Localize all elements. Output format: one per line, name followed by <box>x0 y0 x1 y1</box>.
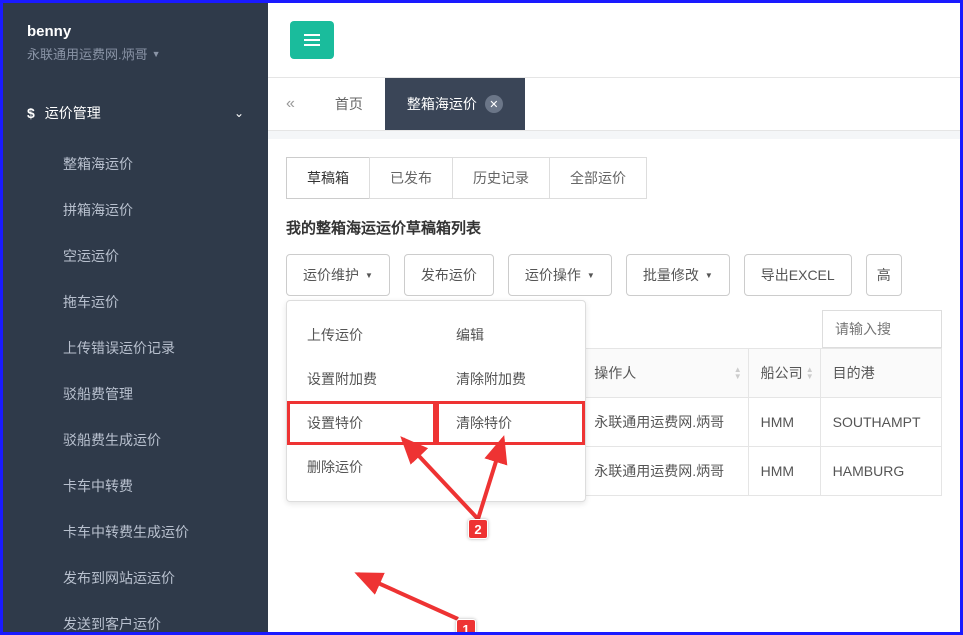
nav-item-barge-gen[interactable]: 驳船费生成运价 <box>3 417 268 463</box>
sub-tab-history[interactable]: 历史记录 <box>452 157 550 199</box>
dd-set-special[interactable]: 设置特价 <box>287 401 436 445</box>
dd-set-surcharge[interactable]: 设置附加费 <box>287 357 436 401</box>
sidebar-header: benny 永联通用运费网.炳哥 ▼ <box>3 3 268 85</box>
content: 草稿箱 已发布 历史记录 全部运价 我的整箱海运运价草稿箱列表 运价维护 ▼ 发… <box>268 139 960 632</box>
nav-section-label: 运价管理 <box>45 103 101 123</box>
nav-item-publish-web[interactable]: 发布到网站运运价 <box>3 555 268 601</box>
th-dest[interactable]: 目的港 <box>820 349 941 398</box>
nav-item-upload-error[interactable]: 上传错误运价记录 <box>3 325 268 371</box>
search-input[interactable] <box>822 310 942 348</box>
toolbar: 运价维护 ▼ 发布运价 运价操作 ▼ 批量修改 ▼ 导出EXCEL <box>286 254 942 296</box>
cell-carrier: HMM <box>748 398 820 447</box>
caret-down-icon: ▼ <box>705 271 713 280</box>
tab-home[interactable]: 首页 <box>313 78 385 130</box>
caret-down-icon: ▼ <box>365 271 373 280</box>
dd-clear-surcharge[interactable]: 清除附加费 <box>436 357 585 401</box>
tab-home-label: 首页 <box>335 94 363 114</box>
nav-item-truck[interactable]: 拖车运价 <box>3 279 268 325</box>
annotation-badge-2: 2 <box>468 519 488 539</box>
btn-publish[interactable]: 发布运价 <box>404 254 494 296</box>
sub-tabs: 草稿箱 已发布 历史记录 全部运价 <box>286 157 942 199</box>
btn-maintain-label: 运价维护 <box>303 265 359 285</box>
nav-item-lcl[interactable]: 拼箱海运价 <box>3 187 268 233</box>
nav-item-send-customer[interactable]: 发送到客户运价 <box>3 601 268 635</box>
dd-delete[interactable]: 删除运价 <box>287 445 436 489</box>
btn-maintain[interactable]: 运价维护 ▼ <box>286 254 390 296</box>
panel-title: 我的整箱海运运价草稿箱列表 <box>286 217 942 238</box>
nav-item-truck-transfer-gen[interactable]: 卡车中转费生成运价 <box>3 509 268 555</box>
hamburger-icon <box>304 34 320 46</box>
topbar <box>268 3 960 78</box>
caret-down-icon: ▼ <box>152 49 161 59</box>
tab-nav-back[interactable]: « <box>268 81 313 127</box>
annotation-badge-1: 1 <box>456 619 476 632</box>
nav-item-fcl[interactable]: 整箱海运价 <box>3 141 268 187</box>
org-selector[interactable]: 永联通用运费网.炳哥 ▼ <box>27 44 244 63</box>
cell-dest: HAMBURG <box>820 447 941 496</box>
dd-upload[interactable]: 上传运价 <box>287 313 436 357</box>
btn-export[interactable]: 导出EXCEL <box>744 254 852 296</box>
main: « 首页 整箱海运价 ✕ 草稿箱 已发布 历史记录 全部运价 我的整箱海运运价草… <box>268 3 960 632</box>
btn-export-label: 导出EXCEL <box>761 265 835 285</box>
tab-fcl-label: 整箱海运价 <box>407 94 477 114</box>
dropdown-maintain: 上传运价 编辑 设置附加费 清除附加费 设置特价 清除特价 删除运价 <box>286 300 586 502</box>
nav-items: 整箱海运价 拼箱海运价 空运运价 拖车运价 上传错误运价记录 驳船费管理 驳船费… <box>3 141 268 635</box>
cell-operator: 永联通用运费网.炳哥 <box>582 447 748 496</box>
dd-edit[interactable]: 编辑 <box>436 313 585 357</box>
nav-item-barge-fee[interactable]: 驳船费管理 <box>3 371 268 417</box>
th-carrier[interactable]: 船公司▲▼ <box>748 349 820 398</box>
btn-more[interactable]: 高 <box>866 254 902 296</box>
cell-dest: SOUTHAMPT <box>820 398 941 447</box>
btn-operate-label: 运价操作 <box>525 265 581 285</box>
annotation-arrow-1 <box>338 559 478 629</box>
tabbar: « 首页 整箱海运价 ✕ <box>268 78 960 131</box>
nav-section-pricing[interactable]: $ 运价管理 ⌄ <box>3 85 268 141</box>
tab-close-icon[interactable]: ✕ <box>485 95 503 113</box>
sub-tab-all[interactable]: 全部运价 <box>549 157 647 199</box>
caret-down-icon: ▼ <box>587 271 595 280</box>
sub-tab-published[interactable]: 已发布 <box>369 157 453 199</box>
dollar-icon: $ <box>27 105 35 121</box>
chevron-down-icon: ⌄ <box>234 106 244 120</box>
username: benny <box>27 23 244 40</box>
sort-icon: ▲▼ <box>734 366 742 380</box>
cell-carrier: HMM <box>748 447 820 496</box>
tab-fcl-price[interactable]: 整箱海运价 ✕ <box>385 78 525 130</box>
sort-icon: ▲▼ <box>806 366 814 380</box>
menu-toggle-button[interactable] <box>290 21 334 59</box>
th-operator[interactable]: 操作人▲▼ <box>582 349 748 398</box>
nav-item-air[interactable]: 空运运价 <box>3 233 268 279</box>
nav-item-truck-transfer[interactable]: 卡车中转费 <box>3 463 268 509</box>
btn-batch-label: 批量修改 <box>643 265 699 285</box>
cell-operator: 永联通用运费网.炳哥 <box>582 398 748 447</box>
btn-batch[interactable]: 批量修改 ▼ <box>626 254 730 296</box>
btn-operate[interactable]: 运价操作 ▼ <box>508 254 612 296</box>
btn-publish-label: 发布运价 <box>421 265 477 285</box>
org-name: 永联通用运费网.炳哥 <box>27 44 148 63</box>
dd-clear-special[interactable]: 清除特价 <box>436 401 585 445</box>
sidebar: benny 永联通用运费网.炳哥 ▼ $ 运价管理 ⌄ 整箱海运价 拼箱海运价 … <box>3 3 268 632</box>
sub-tab-draft[interactable]: 草稿箱 <box>286 157 370 199</box>
btn-more-label: 高 <box>877 265 891 285</box>
